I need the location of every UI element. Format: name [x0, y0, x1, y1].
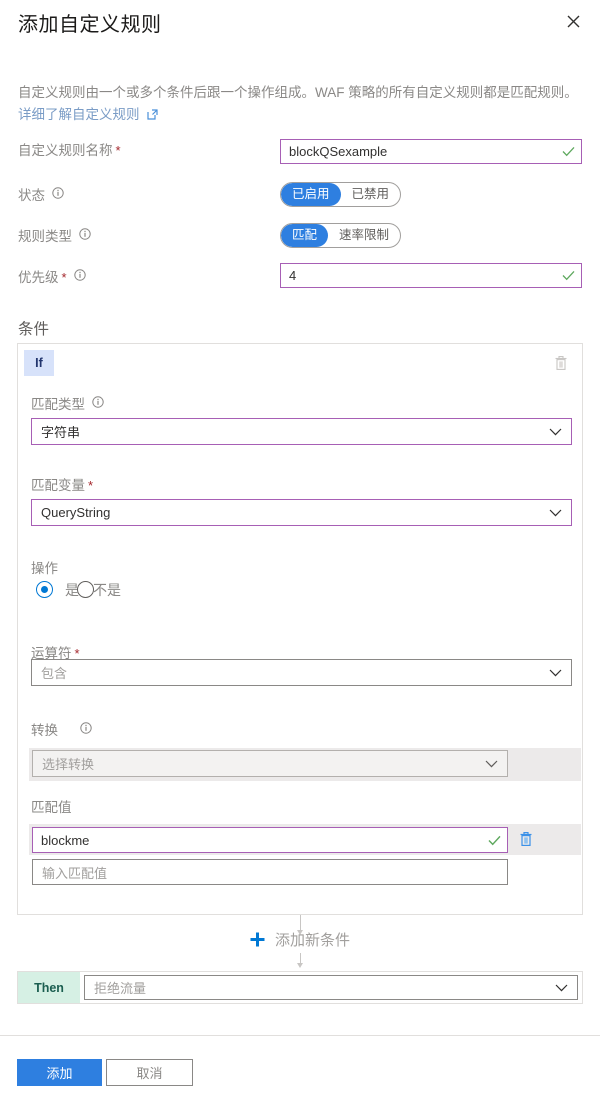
add-condition-button[interactable]: 添加新条件 — [0, 929, 600, 950]
rule-name-input[interactable]: blockQSexample — [280, 139, 582, 164]
cancel-button[interactable]: 取消 — [106, 1059, 193, 1086]
chevron-down-icon — [485, 760, 498, 768]
plus-icon — [250, 932, 265, 947]
then-action-value: 拒绝流量 — [94, 981, 147, 996]
add-button[interactable]: 添加 — [17, 1059, 102, 1086]
info-icon[interactable] — [80, 720, 92, 740]
rule-name-value: blockQSexample — [289, 144, 388, 159]
match-value-placeholder: 输入匹配值 — [42, 865, 108, 881]
then-action-dropdown[interactable]: 拒绝流量 — [84, 975, 578, 1000]
operator-value: 包含 — [41, 666, 68, 681]
required-marker: * — [88, 478, 94, 493]
operation-radio-yes[interactable] — [36, 581, 53, 598]
then-badge: Then — [18, 972, 80, 1003]
match-variable-value: QueryString — [41, 505, 111, 520]
match-type-label-text: 匹配类型 — [31, 397, 85, 412]
priority-label-text: 优先级 — [18, 270, 59, 285]
close-icon[interactable] — [560, 8, 586, 34]
rule-type-label-text: 规则类型 — [18, 229, 72, 244]
rule-type-label: 规则类型 — [18, 226, 91, 247]
add-custom-rule-panel: 添加自定义规则 自定义规则由一个或多个条件后跟一个操作组成。WAF 策略的所有自… — [0, 0, 600, 1093]
external-link-icon[interactable] — [146, 105, 158, 127]
state-option-disabled[interactable]: 已禁用 — [341, 183, 401, 206]
learn-more-link[interactable]: 详细了解自定义规则 — [18, 107, 140, 122]
priority-label: 优先级 * — [18, 267, 86, 288]
rule-type-row: 规则类型 匹配 速率限制 — [0, 223, 600, 254]
match-type-value: 字符串 — [41, 425, 81, 440]
rule-type-option-rate-limit[interactable]: 速率限制 — [328, 224, 400, 247]
conditions-section-title: 条件 — [18, 321, 50, 338]
transform-label-text: 转换 — [31, 723, 58, 738]
required-marker: * — [61, 270, 67, 285]
chevron-down-icon — [555, 984, 568, 992]
checkmark-icon — [562, 146, 575, 157]
description-text: 自定义规则由一个或多个条件后跟一个操作组成。WAF 策略的所有自定义规则都是匹配… — [18, 85, 578, 100]
trash-icon[interactable] — [549, 351, 573, 375]
match-value-new-input[interactable]: 输入匹配值 — [32, 859, 508, 885]
match-value-label: 匹配值 — [31, 800, 72, 815]
info-icon[interactable] — [73, 267, 86, 287]
footer-divider — [0, 1035, 600, 1036]
page-title: 添加自定义规则 — [18, 14, 162, 36]
transform-label: 转换 — [31, 720, 92, 741]
rule-type-option-match[interactable]: 匹配 — [281, 224, 329, 247]
chevron-down-icon — [549, 509, 562, 517]
state-option-enabled[interactable]: 已启用 — [281, 183, 341, 206]
chevron-down-icon — [549, 669, 562, 677]
connector-arrow-bottom — [296, 963, 303, 968]
rule-type-toggle[interactable]: 匹配 速率限制 — [280, 223, 402, 248]
chevron-down-icon — [549, 428, 562, 436]
panel-description: 自定义规则由一个或多个条件后跟一个操作组成。WAF 策略的所有自定义规则都是匹配… — [18, 82, 584, 127]
match-type-label: 匹配类型 — [31, 394, 104, 415]
operation-radio-group: 是 不是 — [31, 579, 231, 603]
state-label: 状态 — [18, 185, 64, 206]
info-icon[interactable] — [79, 226, 91, 246]
transform-dropdown[interactable]: 选择转换 — [32, 750, 508, 777]
match-variable-label-text: 匹配变量 — [31, 478, 85, 493]
priority-row: 优先级 * 4 — [0, 263, 600, 295]
info-icon[interactable] — [92, 394, 104, 414]
state-label-text: 状态 — [18, 188, 45, 203]
transform-placeholder: 选择转换 — [42, 757, 95, 772]
info-icon[interactable] — [52, 185, 64, 205]
rule-name-label: 自定义规则名称 * — [18, 141, 121, 161]
required-marker: * — [115, 143, 121, 158]
priority-input[interactable]: 4 — [280, 263, 582, 288]
then-row: Then 拒绝流量 — [17, 971, 583, 1004]
state-row: 状态 已启用 已禁用 — [0, 182, 600, 213]
match-value-trash-icon[interactable] — [516, 828, 536, 850]
checkmark-icon — [562, 270, 575, 281]
match-type-dropdown[interactable]: 字符串 — [31, 418, 572, 445]
priority-value: 4 — [289, 268, 297, 283]
state-toggle[interactable]: 已启用 已禁用 — [280, 182, 402, 207]
match-variable-dropdown[interactable]: QueryString — [31, 499, 572, 526]
operator-dropdown[interactable]: 包含 — [31, 659, 572, 686]
checkmark-icon — [488, 835, 501, 846]
operation-label: 操作 — [31, 561, 58, 576]
operation-radio-no[interactable] — [77, 581, 94, 598]
operation-radio-no-label[interactable]: 不是 — [93, 581, 121, 599]
panel-header: 添加自定义规则 — [0, 0, 600, 52]
match-variable-label: 匹配变量 * — [31, 476, 93, 496]
condition-card: If 匹配类型 字符串 匹配变量 * QueryString 操作 是 不是 运… — [17, 343, 583, 915]
match-value-value: blockme — [41, 832, 90, 848]
if-badge: If — [24, 350, 54, 376]
add-condition-label: 添加新条件 — [274, 932, 350, 949]
match-value-input[interactable]: blockme — [32, 827, 508, 853]
rule-name-row: 自定义规则名称 * blockQSexample — [0, 139, 600, 169]
rule-name-label-text: 自定义规则名称 — [18, 143, 113, 158]
